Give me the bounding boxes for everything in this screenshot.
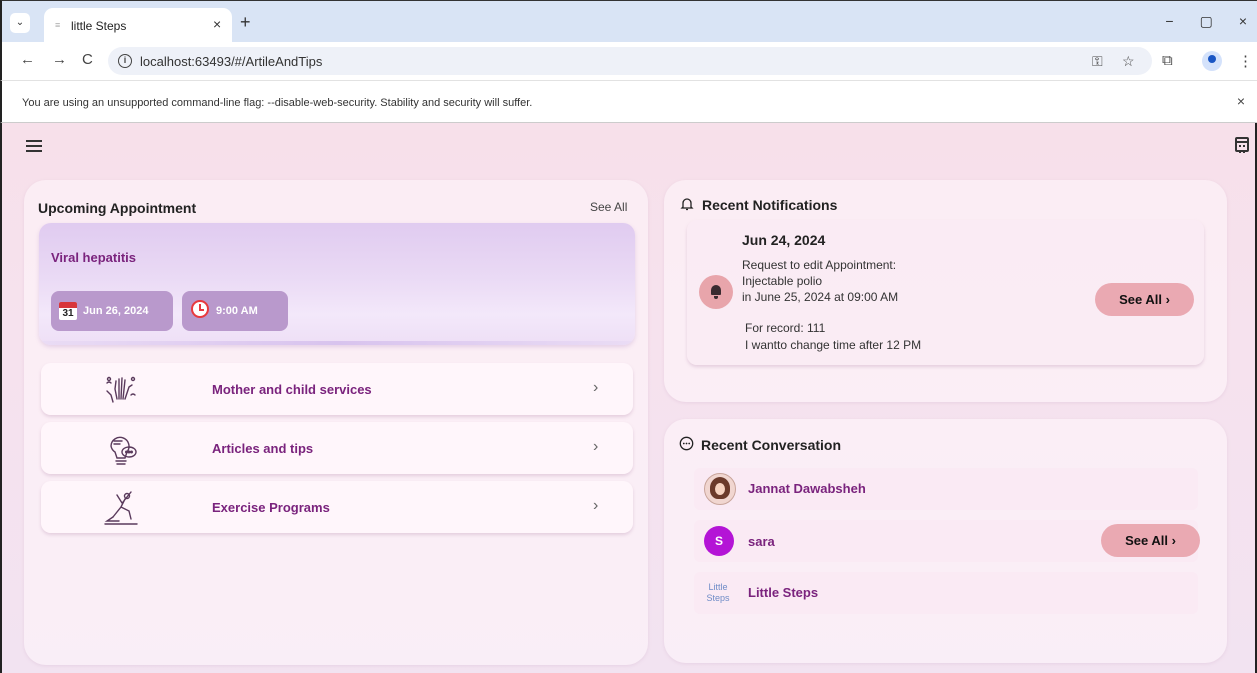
little-steps-logo-icon: Little Steps [702,578,734,608]
conversation-item[interactable]: Little Steps Little Steps [694,572,1198,614]
service-label: Exercise Programs [212,500,330,515]
logo-line: Steps [706,593,730,603]
appointment-name: Viral hepatitis [51,250,137,265]
notification-line: Injectable polio [742,274,823,288]
notification-line: I wantto change time after 12 PM [745,338,922,352]
more-menu-icon[interactable]: ⋮ [1238,52,1253,70]
key-icon[interactable]: ⚿ [1092,53,1103,70]
alarm-clock-icon [191,300,209,318]
calendar-icon[interactable] [1235,137,1249,153]
conversation-name: sara [748,534,775,549]
conversations-see-all-button[interactable]: See All › [1101,524,1200,557]
appointment-time-chip: 9:00 AM [182,291,288,331]
conversation-item[interactable]: Jannat Dawabsheh [694,468,1198,510]
conversation-name: Little Steps [748,585,819,600]
browser-tab[interactable]: ≡ little Steps × [44,8,232,43]
service-item-exercise[interactable]: Exercise Programs › [41,481,633,533]
notification-line: Request to edit Appointment: [742,258,897,272]
chevron-right-icon: › [593,379,599,396]
bell-outline-icon [680,198,694,211]
tab-title: little Steps [71,19,127,33]
service-item-mother-child[interactable]: Mother and child services › [41,363,633,415]
back-icon[interactable]: ← [20,52,35,68]
appointment-see-all-link[interactable]: See All [590,200,627,214]
url-text[interactable]: localhost:63493/#/ArtileAndTips [140,54,322,69]
service-label: Mother and child services [212,382,372,397]
infobar-close-icon[interactable]: × [1237,93,1245,109]
browser-toolbar: ← → C i localhost:63493/#/ArtileAndTips … [0,42,1257,80]
notification-card[interactable]: Jun 24, 2024 Request to edit Appointment… [687,220,1204,365]
see-all-label: See All [1125,533,1168,548]
recent-conversation-panel: Recent Conversation Jannat Dawabsheh S s… [664,419,1227,663]
tab-close-icon[interactable]: × [213,16,221,32]
upcoming-appointment-panel: Upcoming Appointment See All Viral hepat… [24,180,648,665]
service-label: Articles and tips [212,441,314,456]
bookmark-star-icon[interactable]: ☆ [1122,53,1135,70]
yoga-icon [104,491,138,525]
service-item-articles[interactable]: Articles and tips › [41,422,633,474]
appointment-card[interactable]: Viral hepatitis 31 Jun 26, 2024 9:00 AM [39,223,635,345]
chevron-right-icon: › [1171,533,1176,548]
infobar-message: You are using an unsupported command-lin… [22,97,533,109]
chevron-right-icon: › [593,438,599,455]
chat-bubble-icon [679,436,694,451]
chevron-right-icon: › [593,497,599,514]
close-window-icon[interactable]: × [1239,13,1247,30]
hands-icon [106,376,136,403]
calendar-date-icon: 31 [59,302,77,320]
appointment-time: 9:00 AM [216,305,258,317]
avatar: S [704,526,734,556]
profile-avatar-icon[interactable] [1202,51,1222,71]
avatar [704,473,736,505]
see-all-label: See All [1119,292,1162,307]
lightbulb-chat-icon [110,436,137,465]
restore-icon[interactable]: ▢ [1200,13,1213,30]
window-controls: − ▢ × [1165,13,1247,30]
address-bar[interactable]: i localhost:63493/#/ArtileAndTips ⚿ ☆ [108,47,1152,75]
new-tab-button[interactable]: + [240,13,251,31]
notification-line: For record: 111 [745,321,826,335]
notification-date: Jun 24, 2024 [742,232,826,248]
forward-icon[interactable]: → [52,52,67,68]
app-content: Upcoming Appointment See All Viral hepat… [0,123,1257,673]
appointment-heading: Upcoming Appointment [38,200,197,216]
hamburger-menu-icon[interactable] [26,140,42,152]
appointment-date-chip: 31 Jun 26, 2024 [51,291,173,331]
recent-notifications-panel: Recent Notifications Jun 24, 2024 Reques… [664,180,1227,402]
logo-line: Little [708,582,728,592]
bell-icon [699,275,733,309]
tab-favicon-icon: ≡ [55,20,61,30]
warning-infobar: You are using an unsupported command-lin… [0,80,1257,123]
notifications-see-all-button[interactable]: See All › [1095,283,1194,316]
tab-search-dropdown-icon[interactable]: ⌄ [10,13,30,33]
reload-icon[interactable]: C [82,52,93,68]
conversation-heading: Recent Conversation [701,437,842,453]
site-info-icon[interactable]: i [118,54,132,68]
browser-tab-bar: ⌄ ≡ little Steps × + − ▢ × [0,0,1257,43]
minimize-icon[interactable]: − [1165,13,1173,30]
notification-line: in June 25, 2024 at 09:00 AM [742,290,899,304]
notifications-heading: Recent Notifications [702,197,838,213]
extensions-icon[interactable]: ⧉ [1162,52,1173,69]
appointment-date: Jun 26, 2024 [83,305,149,317]
conversation-name: Jannat Dawabsheh [748,481,866,496]
calendar-day-number: 31 [62,308,74,319]
chevron-right-icon: › [1165,292,1170,307]
